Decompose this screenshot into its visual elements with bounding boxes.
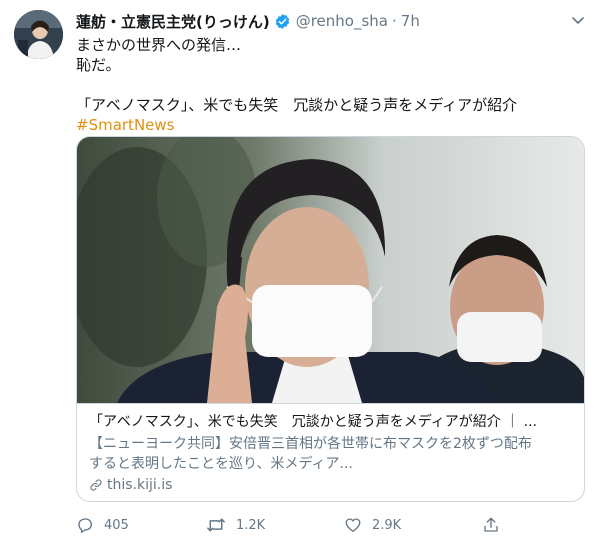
retweet-button[interactable]: 1.2K bbox=[206, 514, 265, 536]
link-icon bbox=[90, 479, 102, 491]
reply-count: 405 bbox=[104, 517, 129, 533]
display-name[interactable]: 蓮舫・立憲民主党(りっけん) bbox=[76, 11, 270, 32]
card-description: 【ニューヨーク共同】安倍晋三首相が各世帯に布マスクを2枚ずつ配布 すると表明した… bbox=[89, 434, 572, 474]
heart-icon bbox=[345, 518, 361, 533]
tweet-header: 蓮舫・立憲民主党(りっけん) @renho_sha · 7h bbox=[76, 10, 420, 32]
separator-dot: · bbox=[392, 12, 397, 30]
timestamp[interactable]: 7h bbox=[401, 12, 420, 30]
like-count: 2.9K bbox=[372, 517, 402, 533]
chevron-down-icon[interactable] bbox=[570, 12, 586, 28]
like-button[interactable]: 2.9K bbox=[344, 514, 401, 536]
reply-button[interactable]: 405 bbox=[76, 514, 129, 536]
card-description-line: すると表明したことを巡り、米メディア... bbox=[89, 456, 353, 472]
hashtag-link[interactable]: #SmartNews bbox=[76, 115, 586, 135]
card-image[interactable] bbox=[77, 137, 584, 403]
card-domain-text: this.kiji.is bbox=[107, 477, 173, 493]
action-bar: 405 1.2K 2.9K bbox=[76, 514, 516, 536]
tweet-text: まさかの世界への発信… 恥だ。 「アベノマスク」、米でも失笑 冗談かと疑う声をメ… bbox=[76, 35, 586, 135]
tweet: 蓮舫・立憲民主党(りっけん) @renho_sha · 7h まさかの世界への発… bbox=[0, 0, 600, 544]
card-text[interactable]: 「アベノマスク」、米でも失笑 冗談かと疑う声をメディアが紹介 ｜ ... 【ニュ… bbox=[77, 403, 584, 501]
card-title: 「アベノマスク」、米でも失笑 冗談かと疑う声をメディアが紹介 ｜ ... bbox=[89, 414, 537, 430]
card-domain: this.kiji.is bbox=[89, 477, 572, 493]
link-preview-card[interactable]: 「アベノマスク」、米でも失笑 冗談かと疑う声をメディアが紹介 ｜ ... 【ニュ… bbox=[76, 136, 585, 502]
card-description-line: 【ニューヨーク共同】安倍晋三首相が各世帯に布マスクを2枚ずつ配布 bbox=[89, 436, 532, 452]
tweet-text-line: 恥だ。 bbox=[76, 56, 121, 74]
share-button[interactable] bbox=[482, 514, 510, 536]
reply-icon bbox=[78, 518, 93, 533]
retweet-count: 1.2K bbox=[236, 517, 266, 533]
avatar[interactable] bbox=[14, 10, 63, 59]
tweet-text-line: 「アベノマスク」、米でも失笑 冗談かと疑う声をメディアが紹介 bbox=[76, 96, 518, 114]
user-handle[interactable]: @renho_sha bbox=[296, 12, 388, 30]
tweet-text-line: まさかの世界への発信… bbox=[76, 36, 242, 54]
share-icon bbox=[484, 517, 498, 532]
verified-badge-icon bbox=[274, 13, 291, 30]
retweet-icon bbox=[207, 518, 225, 532]
